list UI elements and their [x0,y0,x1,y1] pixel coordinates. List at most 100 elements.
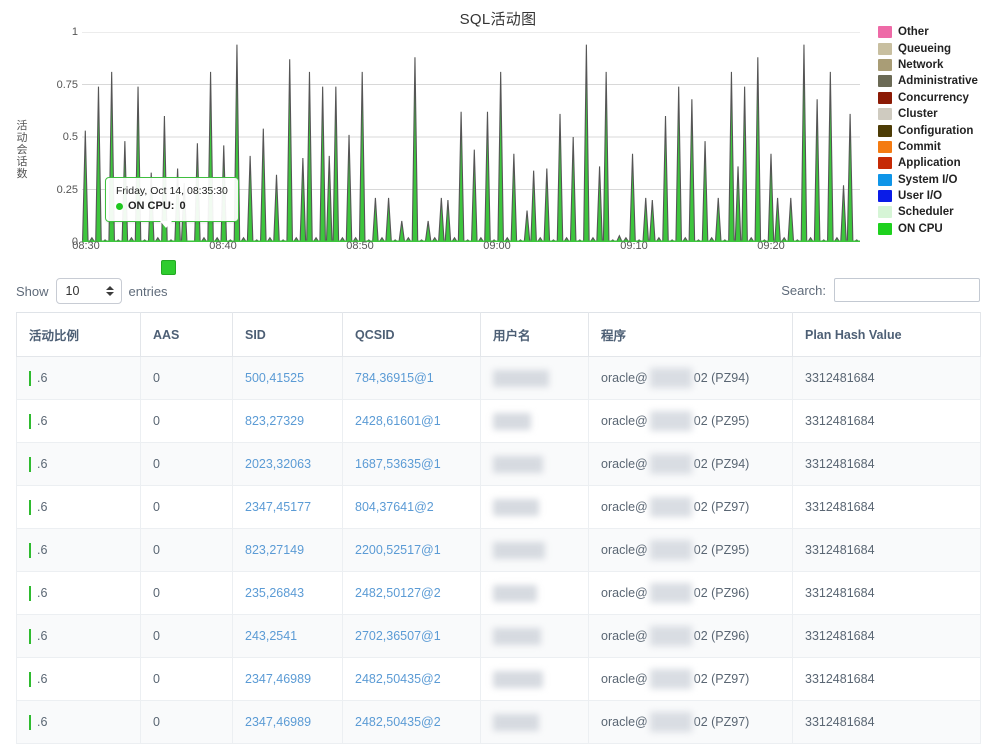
table-row[interactable]: .602023,320631687,53635@1oracle@02 (PZ94… [17,443,981,486]
search-label: Search: [781,283,826,298]
qcsid-link[interactable]: 2482,50127@2 [355,586,441,600]
activity-ratio-value: .6 [37,371,47,385]
chart-legend: OtherQueueingNetworkAdministrative Concur… [878,24,996,237]
program-suffix: 02 (PZ95) [694,543,750,557]
table-column-header[interactable]: 用户名 [481,313,589,357]
table-row[interactable]: .60235,268432482,50127@2oracle@02 (PZ96)… [17,572,981,615]
legend-item[interactable]: Network [878,57,996,73]
cell-plan-hash-value: 3312481684 [793,701,981,744]
cell-username [481,658,589,701]
cell-username [481,400,589,443]
qcsid-link[interactable]: 2482,50435@2 [355,715,441,729]
cell-sid: 500,41525 [233,357,343,400]
qcsid-link[interactable]: 2200,52517@1 [355,543,441,557]
cell-qcsid: 1687,53635@1 [343,443,481,486]
activity-ratio-value: .6 [37,586,47,600]
legend-item[interactable]: Administrative [878,73,996,89]
legend-item[interactable]: Commit [878,139,996,155]
qcsid-link[interactable]: 804,37641@2 [355,500,434,514]
activity-ratio-bar [29,586,31,601]
activity-ratio-bar [29,414,31,429]
sid-link[interactable]: 2347,45177 [245,500,311,514]
sid-link[interactable]: 2347,46989 [245,672,311,686]
redacted-username [493,456,543,473]
table-row[interactable]: .60500,41525784,36915@1oracle@02 (PZ94)3… [17,357,981,400]
qcsid-link[interactable]: 2428,61601@1 [355,414,441,428]
legend-item[interactable]: Application [878,155,996,171]
legend-item[interactable]: Configuration [878,122,996,138]
program-prefix: oracle@ [601,500,648,514]
qcsid-link[interactable]: 784,36915@1 [355,371,434,385]
table-row[interactable]: .60 2347,46989 2482,50435@2 oracle@02 (PZ97… [17,658,981,701]
table-body: .60500,41525784,36915@1oracle@02 (PZ94)3… [17,357,981,744]
sid-link[interactable]: 500,41525 [245,371,304,385]
legend-item[interactable]: Other [878,24,996,40]
redacted-hostname [650,540,692,560]
redacted-username [493,499,539,516]
sid-link[interactable]: 823,27329 [245,414,304,428]
qcsid-link[interactable]: 2482,50435@2 [355,672,441,686]
legend-swatch-icon [878,26,892,38]
table-row[interactable]: .60823,271492200,52517@1oracle@02 (PZ95)… [17,529,981,572]
cell-qcsid: 2702,36507@1 [343,615,481,658]
cell-program: oracle@02 (PZ97) [589,701,793,744]
legend-item-label: Cluster [898,108,938,120]
x-axis-tick-label: 09:00 [483,240,511,252]
cell-username [481,701,589,744]
search-input[interactable] [834,278,980,302]
cell-aas: 0 [141,658,233,701]
sid-link[interactable]: 235,26843 [245,586,304,600]
cell-program: oracle@02 (PZ97) [589,658,793,701]
page-length-control[interactable]: Show 10 entries [16,278,168,304]
legend-item[interactable]: User I/O [878,188,996,204]
legend-swatch-icon [878,223,892,235]
cell-activity-ratio: .6 [17,486,141,529]
sid-link[interactable]: 2347,46989 [245,715,311,729]
legend-swatch-icon [878,108,892,120]
program-prefix: oracle@ [601,586,648,600]
cell-aas: 0 [141,486,233,529]
cell-activity-ratio: .6 [17,658,141,701]
table-row[interactable]: .60 2347,45177 804,37641@2 oracle@02 (PZ97)… [17,486,981,529]
selected-point-marker [161,260,176,275]
legend-item[interactable]: Concurrency [878,90,996,106]
legend-swatch-icon [878,43,892,55]
redacted-username [493,714,539,731]
program-suffix: 02 (PZ96) [694,629,750,643]
table-column-header[interactable]: Plan Hash Value [793,313,981,357]
legend-item[interactable]: System I/O [878,172,996,188]
sid-link[interactable]: 2023,32063 [245,457,311,471]
cell-sid: 2347,45177 [233,486,343,529]
legend-item-label: Scheduler [898,206,954,218]
table-column-header[interactable]: 程序 [589,313,793,357]
cell-sid: 823,27149 [233,529,343,572]
qcsid-link[interactable]: 1687,53635@1 [355,457,441,471]
legend-swatch-icon [878,190,892,202]
table-row[interactable]: .602347,469892482,50435@2oracle@02 (PZ97… [17,701,981,744]
table-row[interactable]: .60823,273292428,61601@1oracle@02 (PZ95)… [17,400,981,443]
program-prefix: oracle@ [601,414,648,428]
cell-program: oracle@02 (PZ97) [589,486,793,529]
table-column-header[interactable]: QCSID [343,313,481,357]
sid-link[interactable]: 243,2541 [245,629,297,643]
legend-item[interactable]: Cluster [878,106,996,122]
stepper-arrows-icon[interactable] [106,286,114,296]
show-label: Show [16,284,49,299]
table-row[interactable]: .60243,25412702,36507@1oracle@02 (PZ96)3… [17,615,981,658]
program-suffix: 02 (PZ94) [694,457,750,471]
legend-item[interactable]: Queueing [878,40,996,56]
table-column-header[interactable]: AAS [141,313,233,357]
cell-activity-ratio: .6 [17,529,141,572]
legend-item[interactable]: Scheduler [878,204,996,220]
legend-item-label: Concurrency [898,92,969,104]
cell-username [481,357,589,400]
program-prefix: oracle@ [601,629,648,643]
legend-item[interactable]: ON CPU [878,221,996,237]
entries-per-page-select[interactable]: 10 [56,278,122,304]
cell-activity-ratio: .6 [17,701,141,744]
sid-link[interactable]: 823,27149 [245,543,304,557]
table-header-row: 活动比例AASSIDQCSID用户名程序Plan Hash Value [17,313,981,357]
qcsid-link[interactable]: 2702,36507@1 [355,629,441,643]
table-column-header[interactable]: 活动比例 [17,313,141,357]
table-column-header[interactable]: SID [233,313,343,357]
